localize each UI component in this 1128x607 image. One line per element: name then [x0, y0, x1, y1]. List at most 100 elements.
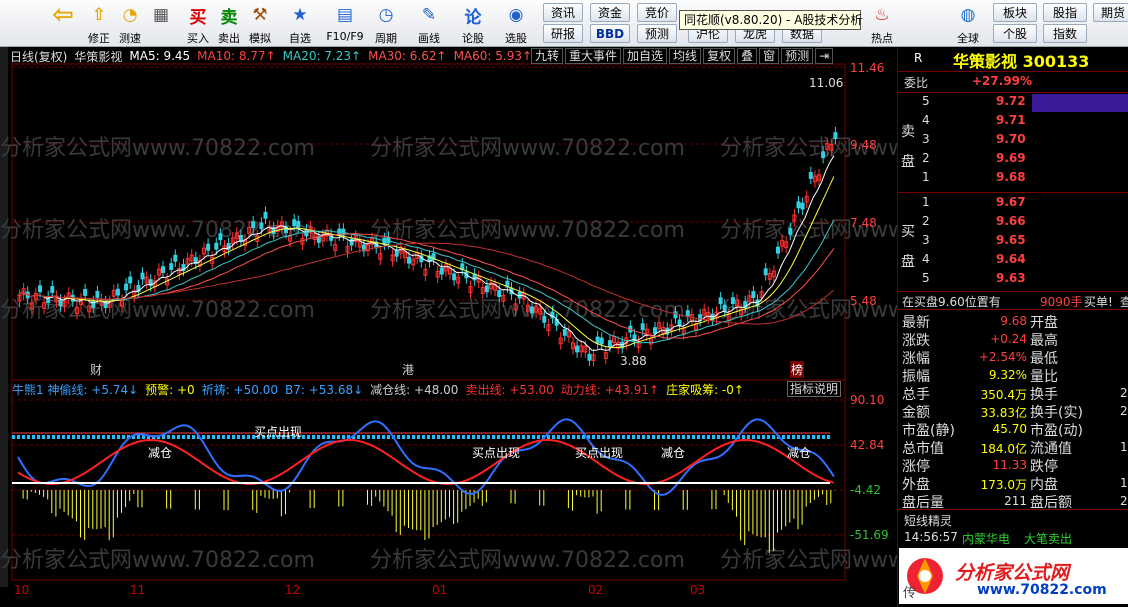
price-axis-label: 9.48	[850, 138, 877, 152]
level-price: 9.68	[996, 170, 1026, 184]
futures-button[interactable]: 期货	[1093, 3, 1128, 22]
fix-button[interactable]: ⇧ 修正	[84, 0, 114, 46]
stock-name-label: 华策影视	[74, 49, 123, 64]
x-axis-label: 01	[432, 583, 448, 597]
stat-value: 33.83亿	[980, 406, 1027, 420]
buy-level-row[interactable]: 1 9.67	[898, 195, 1128, 211]
stat-row: 市盈(静) 45.70 市盈(动)	[898, 420, 1128, 439]
speed-button[interactable]: ▦ 买入	[146, 0, 176, 46]
weibi-row: 委比 +27.99%	[904, 74, 1033, 90]
speed-test-button[interactable]: ◔ 测速	[115, 0, 145, 46]
sell-level-row[interactable]: 2 9.69	[898, 151, 1128, 167]
candle	[140, 272, 145, 280]
candle	[214, 242, 219, 250]
candle	[452, 273, 457, 281]
stat-label: 流通值	[1030, 441, 1072, 457]
discuss-button[interactable]: 论 论股	[457, 0, 489, 46]
level-price: 9.67	[996, 195, 1026, 209]
f10-icon: ▤	[336, 5, 354, 25]
hot-button[interactable]: ♨ 热点	[864, 0, 900, 46]
f10-button[interactable]: ▤ F10/F9	[325, 0, 365, 46]
bulb-icon: ◔	[122, 5, 138, 25]
indicator-axis-label: -51.69	[850, 528, 889, 542]
indicator-help-button[interactable]: 指标说明	[787, 381, 841, 397]
forecast-button[interactable]: 预测	[637, 24, 677, 43]
pen-icon: ✎	[421, 5, 437, 25]
global-button[interactable]: ◍ 全球	[950, 0, 986, 46]
watermark-logo: 传 分析家公式网 www.70822.com	[899, 548, 1128, 604]
news-button[interactable]: 资讯	[543, 3, 583, 22]
indicator-value: 牛熊1 神偷线: +5.74↓	[12, 383, 139, 397]
select-stock-icon: ◉	[508, 5, 524, 25]
indicator-axis-label: 90.10	[850, 393, 885, 407]
ma-button[interactable]: 均线	[669, 48, 702, 64]
adjust-button[interactable]: 复权	[703, 48, 736, 64]
funds-button[interactable]: 资金	[590, 3, 630, 22]
hammer-icon: ⚒	[252, 5, 268, 25]
candle	[673, 311, 678, 319]
stat-value: 45.70	[992, 422, 1027, 436]
level-price: 9.69	[996, 151, 1026, 165]
nine-turn-button[interactable]: 九转	[531, 48, 564, 64]
stock-button[interactable]: 个股	[993, 24, 1037, 43]
candle	[833, 132, 838, 140]
watermark-text: 分析家公式网www.70822.com	[0, 548, 315, 573]
buy-button[interactable]: 买 买入	[183, 0, 213, 46]
period-button[interactable]: ◷ 周期	[370, 0, 402, 46]
simulate-button[interactable]: ⚒ 模拟	[244, 0, 276, 46]
major-events-button[interactable]: 重大事件	[565, 48, 622, 64]
stat-label: 涨跌	[902, 333, 930, 349]
level-number: 1	[922, 195, 930, 209]
buy-level-row[interactable]: 3 9.65	[898, 233, 1128, 249]
x-axis-label: 03	[690, 583, 706, 597]
stat-row: 总市值 184.0亿流通值 15	[898, 438, 1128, 457]
sector-button[interactable]: 板块	[993, 3, 1037, 22]
predict-button[interactable]: 预测	[781, 48, 814, 64]
event-label[interactable]: 港	[402, 361, 414, 378]
sell-level-row[interactable]: 1 9.68	[898, 170, 1128, 186]
sell-level-row[interactable]: 5 9.72	[898, 94, 1128, 110]
index-button[interactable]: 指数	[1043, 24, 1087, 43]
lungu-icon: 论	[464, 7, 482, 28]
buy-level-row[interactable]: 2 9.66	[898, 214, 1128, 230]
clock-icon: ◷	[378, 5, 394, 25]
sell-level-row[interactable]: 3 9.70	[898, 132, 1128, 148]
buy-level-row[interactable]: 4 9.64	[898, 252, 1128, 268]
sell-level-row[interactable]: 4 9.71	[898, 113, 1128, 129]
draw-line-button[interactable]: ✎ 画线	[413, 0, 445, 46]
stat-value: 2	[1120, 404, 1128, 418]
signal-label: 减仓	[661, 446, 686, 460]
sprite-row[interactable]: 14:56:57 内蒙华电 大笔卖出	[898, 530, 1128, 546]
kline-chart[interactable]: 分析家公式网www.70822.com 分析家公式网www.70822.com 分析…	[0, 47, 897, 607]
watchlist-button[interactable]: ★ 自选	[285, 0, 315, 46]
buy-level-row[interactable]: 5 9.63	[898, 271, 1128, 287]
indicator-value: 预警: +0	[145, 383, 195, 397]
bbd-button[interactable]: BBD	[590, 24, 630, 43]
watermark-text: 分析家公式网www.70822.com	[370, 136, 685, 161]
add-watchlist-button[interactable]: 加自选	[623, 48, 668, 64]
sell-button[interactable]: 卖 卖出	[214, 0, 244, 46]
candle	[595, 336, 600, 344]
event-label[interactable]: 财	[90, 361, 102, 378]
candle	[124, 283, 129, 291]
auction-button[interactable]: 竞价	[637, 3, 677, 22]
stat-value: 15	[1120, 440, 1128, 454]
candle	[788, 227, 793, 235]
event-label[interactable]: 榜	[790, 361, 805, 378]
candle	[394, 249, 399, 257]
candle	[677, 319, 682, 327]
stat-label: 跌停	[1030, 459, 1058, 475]
window-button[interactable]: 窗	[759, 48, 780, 64]
up-arrow-icon: ⇧	[91, 5, 107, 25]
level-price: 9.71	[996, 113, 1026, 127]
watermark-text: 分析家公式网www.70822.com	[370, 218, 685, 243]
research-button[interactable]: 研报	[543, 24, 583, 43]
candle	[259, 222, 264, 230]
stock-picker-button[interactable]: ◉ 选股	[500, 0, 532, 46]
index-futures-button[interactable]: 股指	[1043, 3, 1087, 22]
x-axis-label: 02	[588, 583, 604, 597]
back-button[interactable]: ⇦	[48, 0, 78, 46]
expand-icon[interactable]: ⇥	[815, 48, 834, 64]
stat-row: 最新 9.68 开盘	[898, 312, 1128, 331]
overlay-button[interactable]: 叠	[737, 48, 758, 64]
